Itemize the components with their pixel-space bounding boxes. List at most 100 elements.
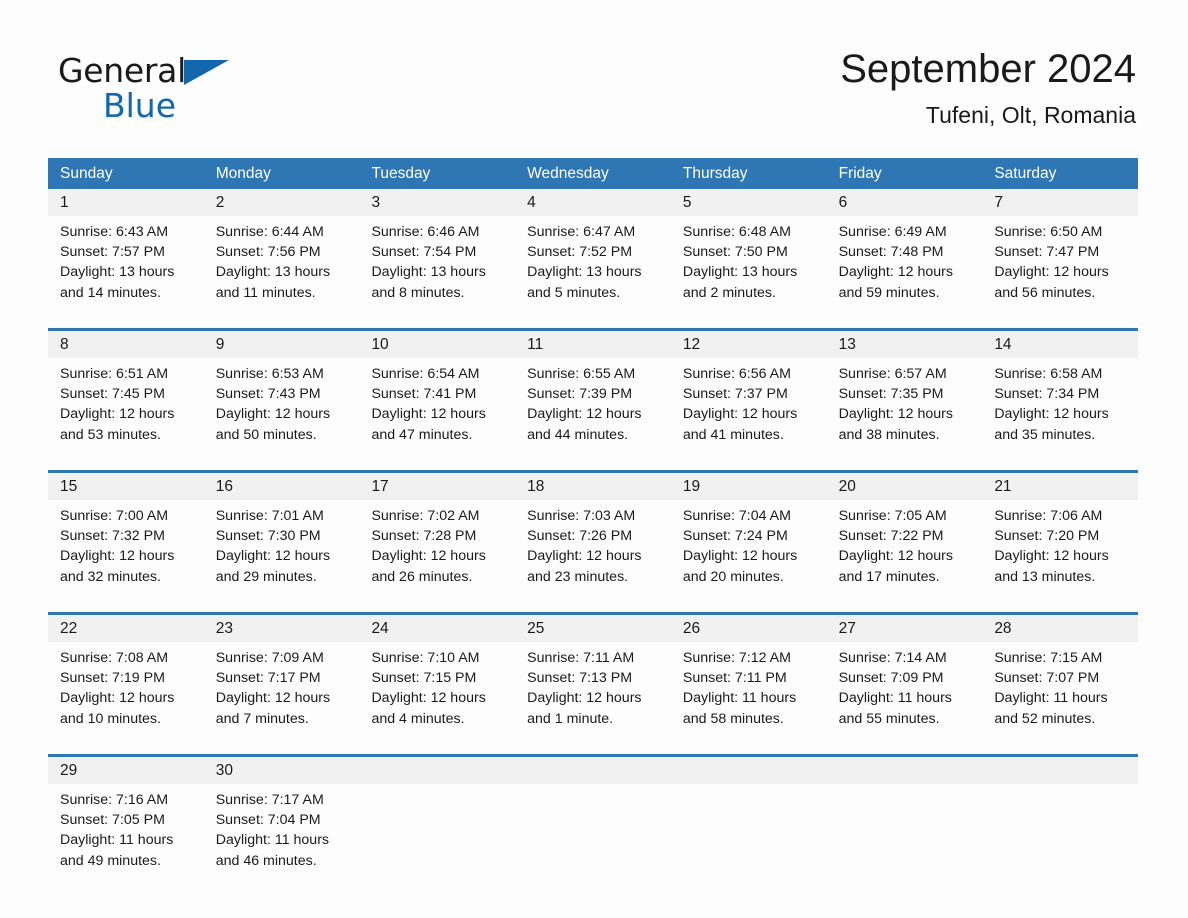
day-cell[interactable]: Sunrise: 7:06 AM Sunset: 7:20 PM Dayligh… [982, 500, 1138, 596]
day-cell[interactable]: Sunrise: 7:17 AM Sunset: 7:04 PM Dayligh… [204, 784, 360, 880]
day-cell[interactable]: Sunrise: 6:43 AM Sunset: 7:57 PM Dayligh… [48, 216, 204, 312]
day-number[interactable]: 6 [827, 189, 983, 216]
daylight-line-2: and 17 minutes. [838, 568, 940, 585]
daylight-line-1: Daylight: 11 hours [215, 832, 330, 849]
sunset-line: Sunset: 7:15 PM [371, 670, 477, 687]
daylight-line-2: and 4 minutes. [371, 710, 465, 727]
page-header: General Blue September 2024 Tufeni, Olt,… [0, 0, 1188, 128]
page-title: September 2024 [840, 47, 1136, 91]
day-number-band: 22 23 24 25 26 27 28 [48, 615, 1138, 642]
daylight-line-1: Daylight: 12 hours [527, 406, 642, 423]
day-number-band: 8 9 10 11 12 13 14 [48, 331, 1138, 358]
day-cell[interactable]: Sunrise: 7:11 AM Sunset: 7:13 PM Dayligh… [515, 642, 671, 738]
calendar-table: Sunday Monday Tuesday Wednesday Thursday… [48, 158, 1138, 880]
day-number[interactable]: 21 [982, 473, 1138, 500]
sunrise-line: Sunrise: 6:54 AM [371, 366, 480, 382]
day-cell[interactable]: Sunrise: 7:16 AM Sunset: 7:05 PM Dayligh… [48, 784, 204, 880]
daylight-line-1: Daylight: 12 hours [838, 406, 953, 423]
day-number[interactable]: 23 [204, 615, 360, 642]
day-cell[interactable]: Sunrise: 6:44 AM Sunset: 7:56 PM Dayligh… [204, 216, 360, 312]
daylight-line-1: Daylight: 13 hours [215, 264, 331, 281]
day-cell[interactable]: Sunrise: 6:47 AM Sunset: 7:52 PM Dayligh… [515, 216, 671, 312]
day-number[interactable]: 13 [827, 331, 983, 358]
sunset-line: Sunset: 7:39 PM [527, 386, 633, 403]
sunset-line: Sunset: 7:11 PM [682, 670, 787, 687]
calendar-page: General Blue September 2024 Tufeni, Olt,… [0, 0, 1188, 918]
day-cell[interactable]: Sunrise: 7:05 AM Sunset: 7:22 PM Dayligh… [827, 500, 983, 596]
day-number[interactable]: 28 [982, 615, 1138, 642]
daylight-line-2: and 41 minutes. [682, 426, 784, 443]
daylight-line-1: Daylight: 12 hours [838, 548, 953, 565]
day-number[interactable]: 3 [359, 189, 515, 216]
sunset-line: Sunset: 7:22 PM [838, 528, 944, 545]
day-number[interactable]: 1 [48, 189, 204, 216]
sunset-line: Sunset: 7:17 PM [215, 670, 321, 687]
day-number[interactable]: 19 [671, 473, 827, 500]
sunset-line: Sunset: 7:28 PM [371, 528, 477, 545]
day-cell[interactable]: Sunrise: 6:48 AM Sunset: 7:50 PM Dayligh… [671, 216, 827, 312]
day-cell[interactable]: Sunrise: 7:09 AM Sunset: 7:17 PM Dayligh… [204, 642, 360, 738]
day-cell[interactable]: Sunrise: 6:51 AM Sunset: 7:45 PM Dayligh… [48, 358, 204, 454]
daylight-line-2: and 29 minutes. [215, 568, 317, 585]
day-cell[interactable]: Sunrise: 7:04 AM Sunset: 7:24 PM Dayligh… [671, 500, 827, 596]
day-cell[interactable]: Sunrise: 6:55 AM Sunset: 7:39 PM Dayligh… [515, 358, 671, 454]
day-number[interactable]: 25 [515, 615, 671, 642]
day-info-band: Sunrise: 6:43 AM Sunset: 7:57 PM Dayligh… [48, 216, 1138, 312]
day-cell[interactable]: Sunrise: 6:49 AM Sunset: 7:48 PM Dayligh… [827, 216, 983, 312]
daylight-line-1: Daylight: 12 hours [527, 690, 642, 707]
day-cell[interactable]: Sunrise: 6:54 AM Sunset: 7:41 PM Dayligh… [359, 358, 515, 454]
day-number[interactable]: 18 [515, 473, 671, 500]
day-number[interactable]: 12 [671, 331, 827, 358]
day-cell[interactable]: Sunrise: 6:58 AM Sunset: 7:34 PM Dayligh… [982, 358, 1138, 454]
day-cell[interactable]: Sunrise: 6:57 AM Sunset: 7:35 PM Dayligh… [827, 358, 983, 454]
sunset-line: Sunset: 7:24 PM [682, 528, 788, 545]
day-cell[interactable]: Sunrise: 6:50 AM Sunset: 7:47 PM Dayligh… [982, 216, 1138, 312]
day-cell[interactable]: Sunrise: 6:53 AM Sunset: 7:43 PM Dayligh… [204, 358, 360, 454]
daylight-line-2: and 5 minutes. [527, 284, 621, 301]
day-number[interactable]: 10 [359, 331, 515, 358]
day-number[interactable]: 7 [982, 189, 1138, 216]
sunset-line: Sunset: 7:07 PM [994, 670, 1100, 687]
daylight-line-1: Daylight: 12 hours [682, 548, 798, 565]
day-number[interactable]: 24 [359, 615, 515, 642]
day-number[interactable]: 20 [827, 473, 983, 500]
day-cell[interactable]: Sunrise: 7:00 AM Sunset: 7:32 PM Dayligh… [48, 500, 204, 596]
daylight-line-1: Daylight: 11 hours [994, 690, 1108, 707]
day-cell[interactable]: Sunrise: 7:14 AM Sunset: 7:09 PM Dayligh… [827, 642, 983, 738]
day-number[interactable]: 26 [671, 615, 827, 642]
day-number[interactable]: 22 [48, 615, 204, 642]
day-cell[interactable]: Sunrise: 7:02 AM Sunset: 7:28 PM Dayligh… [359, 500, 515, 596]
daylight-line-2: and 46 minutes. [215, 852, 317, 869]
day-cell[interactable]: Sunrise: 6:56 AM Sunset: 7:37 PM Dayligh… [671, 358, 827, 454]
daylight-line-2: and 8 minutes. [371, 284, 465, 301]
sunrise-line: Sunrise: 6:51 AM [60, 366, 169, 382]
day-number[interactable]: 27 [827, 615, 983, 642]
day-cell[interactable]: Sunrise: 7:10 AM Sunset: 7:15 PM Dayligh… [359, 642, 515, 738]
triangle-icon [183, 60, 229, 85]
daylight-line-1: Daylight: 13 hours [371, 264, 486, 281]
day-number[interactable]: 4 [515, 189, 671, 216]
day-cell[interactable]: Sunrise: 7:12 AM Sunset: 7:11 PM Dayligh… [671, 642, 827, 738]
day-cell[interactable]: Sunrise: 6:46 AM Sunset: 7:54 PM Dayligh… [359, 216, 515, 312]
day-cell-empty [515, 784, 671, 880]
day-cell[interactable]: Sunrise: 7:15 AM Sunset: 7:07 PM Dayligh… [982, 642, 1138, 738]
day-number[interactable]: 11 [515, 331, 671, 358]
day-number[interactable]: 15 [48, 473, 204, 500]
day-number[interactable]: 8 [48, 331, 204, 358]
day-cell[interactable]: Sunrise: 7:01 AM Sunset: 7:30 PM Dayligh… [204, 500, 360, 596]
day-number[interactable]: 17 [359, 473, 515, 500]
day-number[interactable]: 30 [204, 757, 360, 784]
day-number[interactable]: 9 [204, 331, 360, 358]
day-number[interactable]: 16 [204, 473, 360, 500]
day-cell[interactable]: Sunrise: 7:03 AM Sunset: 7:26 PM Dayligh… [515, 500, 671, 596]
weekday-header-saturday: Saturday [994, 165, 1057, 182]
day-number[interactable]: 14 [982, 331, 1138, 358]
day-number[interactable]: 29 [48, 757, 204, 784]
day-number[interactable]: 2 [204, 189, 360, 216]
day-number-empty [515, 757, 671, 784]
daylight-line-2: and 59 minutes. [838, 284, 940, 301]
sunrise-line: Sunrise: 7:10 AM [371, 650, 480, 666]
day-number[interactable]: 5 [671, 189, 827, 216]
day-cell[interactable]: Sunrise: 7:08 AM Sunset: 7:19 PM Dayligh… [48, 642, 204, 738]
sunset-line: Sunset: 7:54 PM [371, 244, 477, 261]
